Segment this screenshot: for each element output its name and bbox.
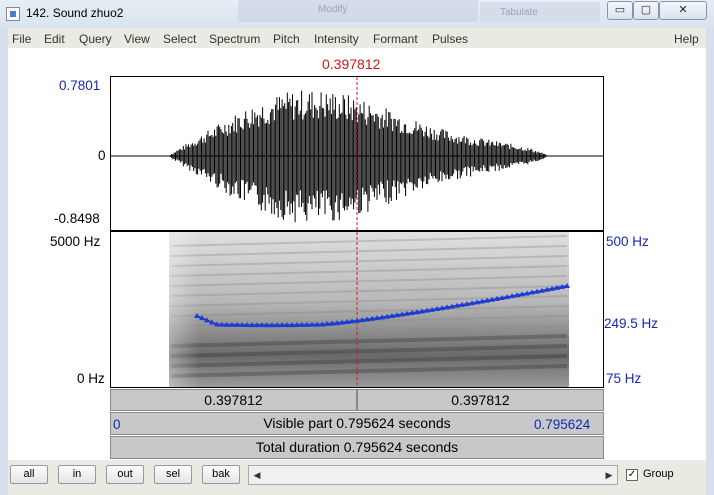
group-checkbox[interactable]: ✓ [626,469,638,481]
menu-select[interactable]: Select [163,32,196,46]
zoom-all-label: all [23,468,35,480]
minimize-button[interactable]: ▭ [607,1,633,20]
zoom-sel-label: sel [165,468,181,480]
group-label: Group [643,468,674,480]
background-hint-modify: Modify [318,4,348,15]
waveform-trace [169,90,548,223]
menu-formant[interactable]: Formant [373,32,418,46]
menu-spectrum[interactable]: Spectrum [209,32,260,46]
pitch-min-label: 75 Hz [606,371,642,386]
background-hint-tabulate: Tabulate [500,7,538,18]
maximize-button[interactable]: ▢ [633,1,659,20]
menu-pulses[interactable]: Pulses [432,32,468,46]
waveform-svg [111,77,603,230]
cursor-time-label: 0.397812 [322,56,381,72]
time-segment-right-label: 0.397812 [451,392,510,408]
menu-query[interactable]: Query [79,32,112,46]
waveform-panel[interactable] [110,76,604,231]
time-segment-left-label: 0.397812 [204,392,263,408]
menu-file[interactable]: File [12,32,31,46]
spectrogram-panel[interactable] [110,231,604,388]
menu-pitch[interactable]: Pitch [273,32,300,46]
visible-part-bar[interactable]: Visible part 0.795624 seconds [110,412,604,435]
close-button[interactable]: ✕ [659,1,707,20]
visible-start-label: 0 [113,417,121,432]
time-segment-left[interactable]: 0.397812 [110,389,357,411]
background-window-hint-2: Tabulate [480,2,600,22]
visible-end-label: 0.795624 [534,417,591,432]
menu-bar: File Edit Query View Select Spectrum Pit… [8,30,706,48]
pitch-max-label: 500 Hz [606,234,649,249]
pitch-mid-label: 249.5 Hz [604,316,659,331]
zoom-back-button[interactable]: bak [202,465,240,484]
scroll-left-icon[interactable]: ◀ [249,465,265,485]
menu-help[interactable]: Help [674,32,699,46]
menu-edit[interactable]: Edit [44,32,65,46]
minimize-icon: ▭ [614,4,626,16]
app-icon [6,7,20,21]
maximize-icon: ▢ [640,4,652,16]
close-icon: ✕ [678,4,688,16]
zoom-out-button[interactable]: out [106,465,144,484]
window-frame-left [0,28,8,495]
waveform-min-label: -0.8498 [54,211,100,226]
spectrogram-freq-min-label: 0 Hz [77,371,105,386]
spectrogram-svg [169,232,570,387]
zoom-back-label: bak [212,468,230,480]
zoom-sel-button[interactable]: sel [154,465,192,484]
horizontal-scrollbar[interactable] [248,465,618,485]
zoom-all-button[interactable]: all [10,465,48,484]
window-title: 142. Sound zhuo2 [26,6,124,20]
menu-intensity[interactable]: Intensity [314,32,359,46]
zoom-in-label: in [72,468,82,480]
menu-view[interactable]: View [124,32,150,46]
spectrogram-freq-max-label: 5000 Hz [50,234,101,249]
time-segment-right[interactable]: 0.397812 [357,389,604,411]
waveform-max-label: 0.7801 [59,78,101,93]
total-duration-label: Total duration 0.795624 seconds [255,439,459,455]
waveform-zero-label: 0 [98,148,106,163]
zoom-out-label: out [117,468,133,480]
window-frame-right [706,28,714,495]
zoom-in-button[interactable]: in [58,465,96,484]
total-duration-bar[interactable]: Total duration 0.795624 seconds [110,436,604,459]
background-window-hint: Modify [238,0,478,22]
scroll-right-icon[interactable]: ▶ [601,465,617,485]
visible-part-label: Visible part 0.795624 seconds [263,415,451,431]
